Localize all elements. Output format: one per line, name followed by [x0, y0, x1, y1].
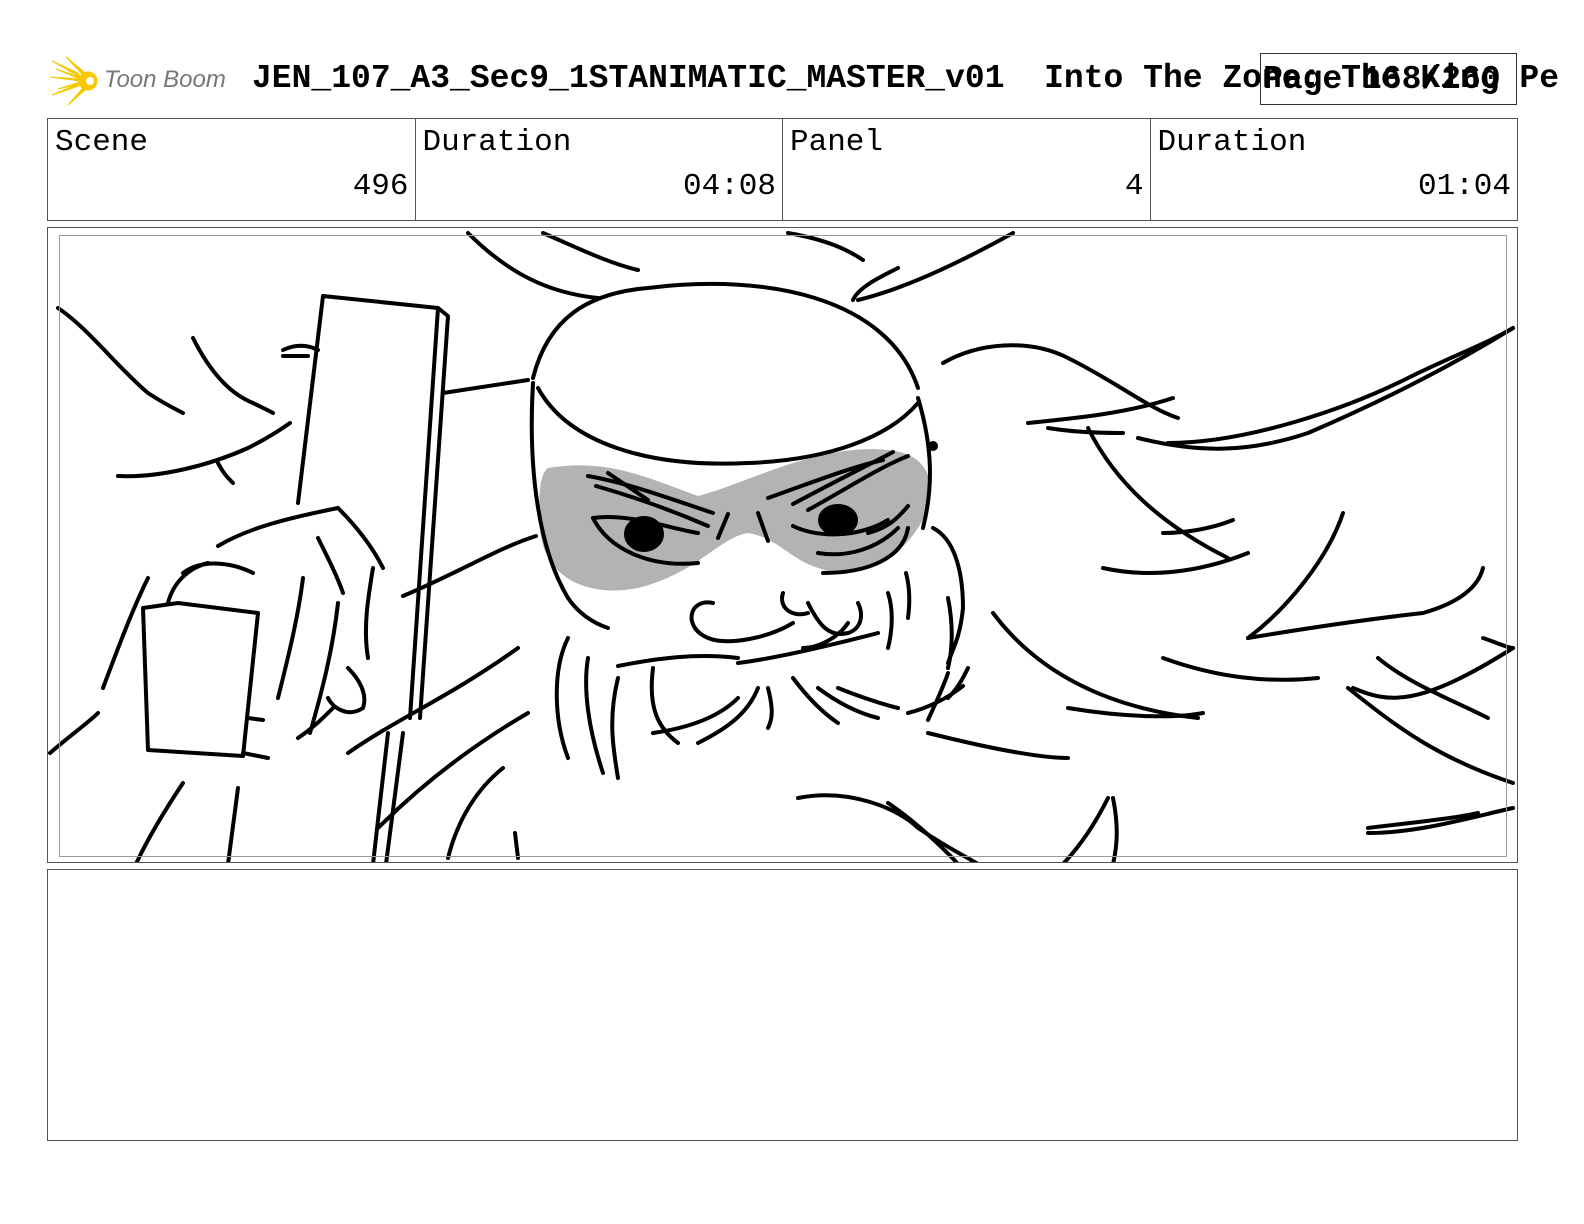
- scene-value: 496: [352, 169, 409, 204]
- storyboard-panel-frame: [47, 227, 1518, 863]
- scene-duration-label: Duration: [422, 125, 572, 160]
- scene-label: Scene: [55, 125, 149, 160]
- page-indicator: Page 168/260: [1260, 53, 1517, 105]
- panel-cell: Panel 4: [783, 119, 1151, 220]
- page-label: Page 168/260: [1263, 61, 1501, 98]
- scene-duration-cell: Duration 04:08: [416, 119, 783, 220]
- eye-mask: [539, 449, 931, 591]
- sun-burst-icon: [50, 56, 98, 106]
- scene-cell: Scene 496: [48, 119, 416, 220]
- scene-duration-value: 04:08: [682, 169, 776, 204]
- panel-label: Panel: [790, 125, 884, 160]
- panel-duration-value: 01:04: [1417, 169, 1511, 204]
- toon-boom-logo: Toon Boom: [50, 55, 240, 107]
- panel-duration-cell: Duration 01:04: [1151, 119, 1518, 220]
- logo-text: Toon Boom: [104, 66, 226, 93]
- storyboard-sketch-image: [48, 231, 1515, 862]
- panel-duration-label: Duration: [1157, 125, 1307, 160]
- panel-value: 4: [1124, 169, 1144, 204]
- panel-notes-box[interactable]: [47, 869, 1518, 1141]
- header: Toon Boom JEN_107_A3_Sec9_1STANIMATIC_MA…: [0, 0, 1584, 116]
- panel-info-table: Scene 496 Duration 04:08 Panel 4 Duratio…: [47, 118, 1518, 221]
